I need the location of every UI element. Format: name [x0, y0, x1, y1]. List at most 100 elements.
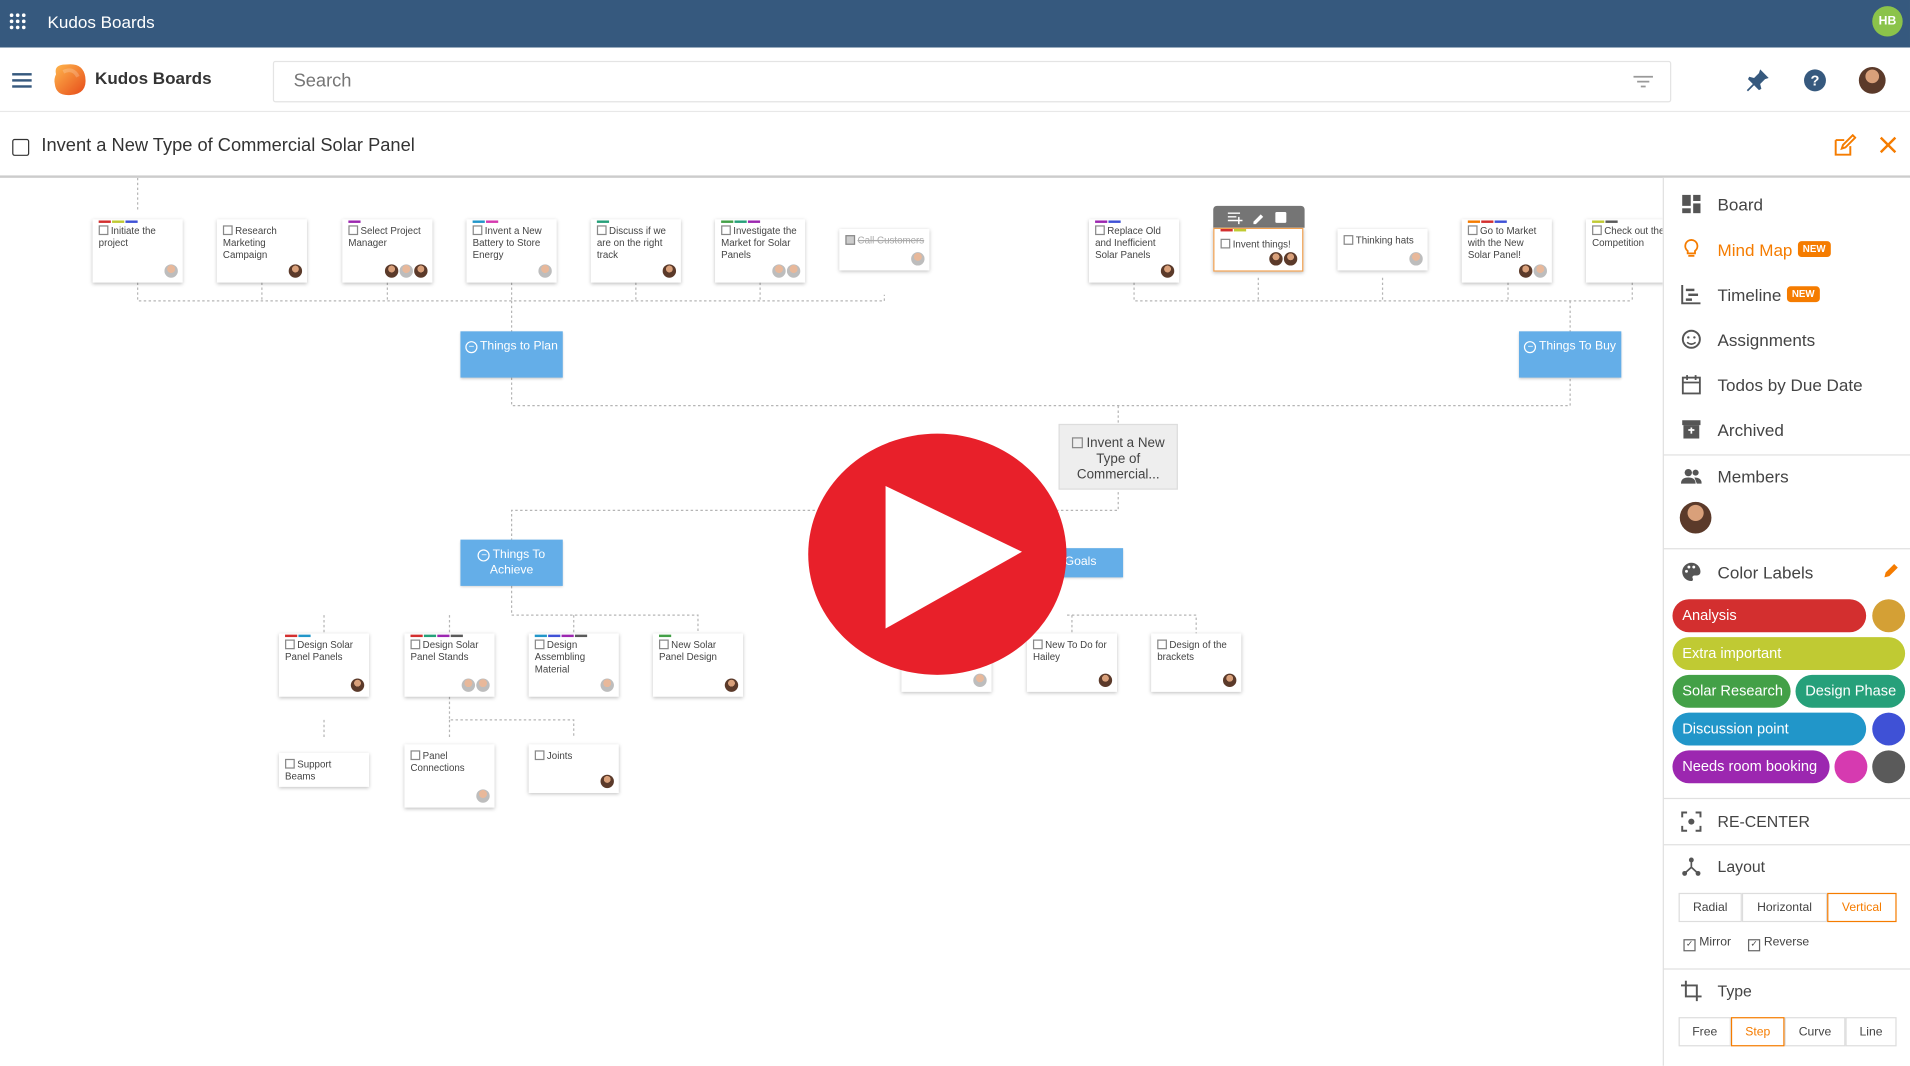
mindmap-card[interactable]: Check out the Competition — [1585, 219, 1663, 283]
group-node-things-to-plan[interactable]: − Things to Plan — [460, 331, 563, 378]
mindmap-card[interactable]: Research Marketing Campaign — [216, 219, 307, 283]
color-labels-section: Color Labels — [1664, 549, 1910, 594]
mindmap-card[interactable]: Invent a New Battery to Store Energy — [466, 219, 557, 283]
nav-assignments[interactable]: Assignments — [1664, 317, 1910, 362]
layout-icon — [1682, 857, 1701, 876]
mindmap-card[interactable]: Thinking hats — [1337, 229, 1428, 271]
edit-icon[interactable] — [1832, 133, 1857, 158]
card-title: Replace Old and Inefficient Solar Panels — [1095, 225, 1161, 261]
card-title: Discuss if we are on the right track — [596, 225, 666, 261]
mirror-checkbox[interactable]: ✓ Mirror — [1683, 936, 1731, 952]
group-node-things-to-achieve[interactable]: − Things To Achieve — [460, 539, 563, 586]
assignments-icon — [1681, 329, 1701, 349]
mindmap-card[interactable]: Design of the brackets — [1151, 633, 1242, 692]
mindmap-card[interactable]: Joints — [528, 744, 619, 793]
mindmap-card[interactable]: New Solar Panel Design — [652, 633, 744, 697]
board-title-bar: Invent a New Type of Commercial Solar Pa… — [0, 110, 1910, 178]
mindmap-card[interactable]: Investigate the Market for Solar Panels — [715, 219, 806, 283]
mindmap-card[interactable]: Design Assembling Material — [528, 633, 619, 697]
new-badge: NEW — [1786, 286, 1820, 303]
kudos-logo-icon — [54, 64, 86, 96]
color-dot[interactable] — [1872, 750, 1906, 784]
reverse-checkbox[interactable]: ✓ Reverse — [1747, 936, 1809, 952]
top-app-bar: Kudos Boards HB — [0, 0, 1910, 48]
board-checkbox[interactable] — [12, 138, 30, 156]
nav-board[interactable]: Board — [1664, 181, 1910, 226]
layout-title: Layout — [1717, 857, 1766, 876]
mindmap-card[interactable]: Select Project Manager — [342, 219, 433, 283]
center-node-title: Invent a New Type of Commercial... — [1076, 436, 1165, 483]
color-label-analysis[interactable]: Analysis — [1672, 599, 1867, 633]
palette-icon — [1682, 562, 1701, 582]
close-icon[interactable] — [1877, 134, 1899, 156]
group-node-things-to-buy[interactable]: − Things To Buy — [1518, 331, 1622, 378]
menu-icon[interactable] — [12, 73, 32, 88]
mindmap-card[interactable]: Panel Connections — [404, 744, 495, 808]
card-toolbar — [1213, 205, 1305, 228]
group-label: Things to Plan — [479, 339, 558, 354]
mindmap-card[interactable]: Go to Market with the New Solar Panel! — [1461, 219, 1552, 283]
mindmap-card[interactable]: Design Solar Panel Panels — [278, 633, 370, 697]
app-launcher-icon[interactable] — [9, 13, 27, 30]
help-icon[interactable]: ? — [1802, 67, 1829, 94]
card-title: Design Solar Panel Panels — [285, 639, 354, 663]
group-label: Things To Achieve — [489, 548, 546, 578]
color-dot[interactable] — [1872, 712, 1906, 746]
layout-option-vertical[interactable]: Vertical — [1827, 892, 1897, 923]
mindmap-card-selected[interactable]: Invent things! — [1213, 227, 1304, 272]
type-option-step[interactable]: Step — [1730, 1017, 1785, 1047]
type-option-free[interactable]: Free — [1678, 1017, 1731, 1047]
card-title: Thinking hats — [1355, 235, 1414, 247]
mindmap-card[interactable]: Discuss if we are on the right track — [590, 219, 681, 283]
brand-name: Kudos Boards — [95, 68, 212, 88]
members-label: Members — [1717, 466, 1789, 487]
pin-icon[interactable] — [1744, 67, 1771, 94]
color-label-extra-important[interactable]: Extra important — [1672, 637, 1906, 670]
type-option-curve[interactable]: Curve — [1784, 1017, 1846, 1047]
recenter-button[interactable]: RE-CENTER — [1664, 799, 1910, 844]
color-dot[interactable] — [1872, 599, 1906, 633]
type-section: Type — [1664, 968, 1910, 1013]
nav-label: Assignments — [1717, 330, 1816, 350]
color-dot[interactable] — [1834, 750, 1868, 784]
search-box[interactable] — [272, 60, 1672, 103]
color-label-discussion-point[interactable]: Discussion point — [1672, 712, 1867, 746]
video-play-icon[interactable] — [808, 432, 1067, 676]
color-label-solar-research[interactable]: Solar Research — [1672, 674, 1791, 708]
card-title: Check out the Competition — [1592, 225, 1663, 249]
color-label-design-phase[interactable]: Design Phase — [1795, 674, 1906, 708]
type-option-line[interactable]: Line — [1845, 1017, 1897, 1047]
mindmap-card[interactable]: Design Solar Panel Stands — [404, 633, 495, 697]
search-input[interactable] — [291, 69, 1612, 93]
archive-icon — [1682, 420, 1701, 439]
new-badge: NEW — [1797, 241, 1831, 258]
color-label-needs-room-booking[interactable]: Needs room booking — [1672, 750, 1830, 784]
mirror-label: Mirror — [1699, 935, 1732, 949]
mindmap-card[interactable]: Initiate the project — [92, 219, 183, 283]
mindmap-card[interactable]: Support Beams — [278, 752, 370, 787]
filter-icon[interactable] — [1633, 75, 1653, 88]
nav-archived[interactable]: Archived — [1664, 407, 1910, 452]
mindmap-card[interactable]: Call Customers — [839, 229, 930, 271]
user-avatar[interactable]: HB — [1872, 6, 1903, 37]
recenter-icon — [1681, 811, 1702, 832]
layout-option-radial[interactable]: Radial — [1678, 892, 1742, 923]
group-label: Goals — [1064, 555, 1097, 569]
center-node[interactable]: Invent a New Type of Commercial... — [1058, 423, 1178, 490]
profile-avatar[interactable] — [1858, 66, 1886, 94]
card-title: Select Project Manager — [348, 225, 421, 249]
pencil-icon[interactable] — [1882, 563, 1899, 580]
nav-timeline[interactable]: Timeline NEW — [1664, 272, 1910, 317]
nav-mind-map[interactable]: Mind Map NEW — [1664, 227, 1910, 272]
layout-section: Layout — [1664, 844, 1910, 889]
card-title: Investigate the Market for Solar Panels — [721, 225, 797, 261]
card-title: Go to Market with the New Solar Panel! — [1467, 225, 1537, 261]
member-avatar[interactable] — [1679, 501, 1712, 534]
nav-todos-by-due-date[interactable]: Todos by Due Date — [1664, 362, 1910, 407]
layout-option-horizontal[interactable]: Horizontal — [1741, 892, 1828, 923]
card-title: Design of the brackets — [1157, 639, 1227, 663]
calendar-icon — [1681, 375, 1701, 395]
card-tools-icons[interactable] — [1213, 206, 1304, 228]
app-title: Kudos Boards — [47, 12, 155, 32]
mindmap-card[interactable]: Replace Old and Inefficient Solar Panels — [1088, 219, 1180, 283]
